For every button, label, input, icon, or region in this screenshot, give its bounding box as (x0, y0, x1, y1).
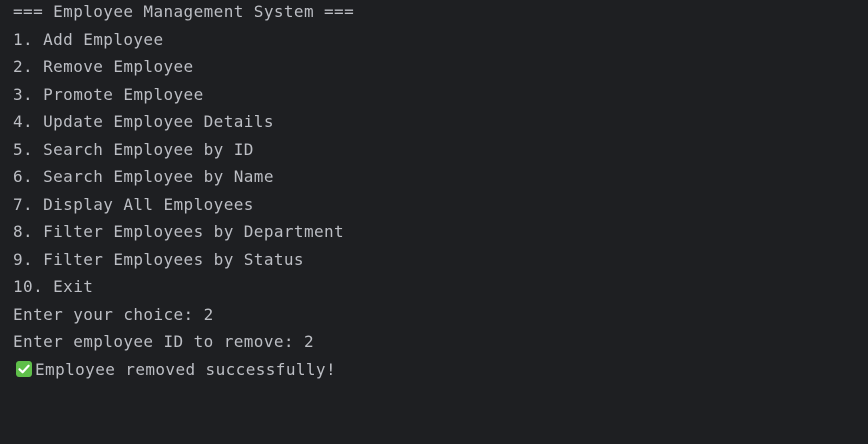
menu-item-exit: 10. Exit (13, 277, 94, 296)
employee-id-prompt: Enter employee ID to remove: 2 (13, 332, 314, 351)
menu-item-add-employee: 1. Add Employee (13, 29, 164, 49)
success-message: Employee removed successfully! (35, 359, 336, 379)
menu-item-filter-by-department: 8. Filter Employees by Department (13, 222, 345, 241)
menu-item-remove-employee: 2. Remove Employee (13, 57, 194, 76)
menu-item-promote-employee: 3. Promote Employee (13, 84, 204, 104)
success-message-line: Employee removed successfully! (13, 356, 868, 384)
menu-item-search-by-id: 5. Search Employee by ID (13, 139, 254, 159)
menu-item-filter-by-status: 9. Filter Employees by Status (13, 249, 304, 269)
console-header: === Employee Management System === (13, 2, 355, 21)
menu-item-display-all: 7. Display All Employees (13, 194, 254, 214)
check-mark-icon (16, 361, 32, 378)
choice-prompt: Enter your choice: 2 (13, 304, 214, 324)
console-output: === Employee Management System === 1. Ad… (0, 0, 868, 407)
menu-item-update-employee-details: 4. Update Employee Details (13, 112, 274, 131)
menu-item-search-by-name: 6. Search Employee by Name (13, 167, 274, 186)
